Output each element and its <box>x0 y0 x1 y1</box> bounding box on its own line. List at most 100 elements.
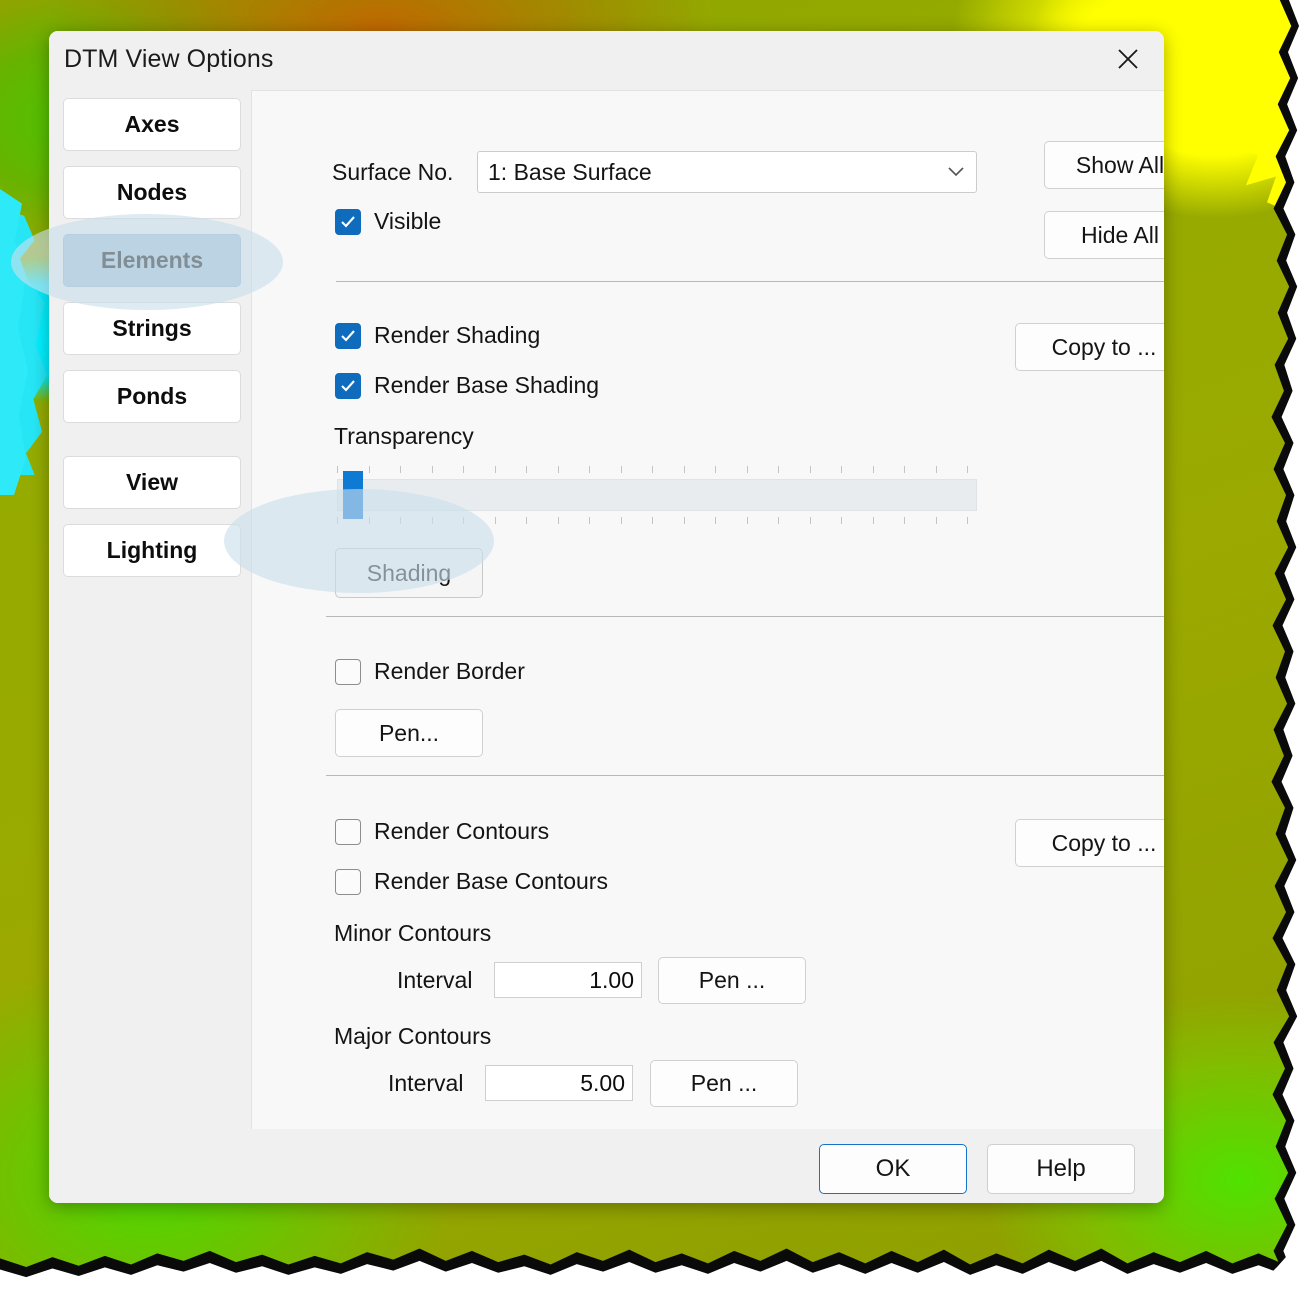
surface-select[interactable]: 1: Base Surface <box>477 151 977 193</box>
minor-interval-label: Interval <box>397 967 473 993</box>
checkbox-box-visible <box>335 208 361 235</box>
slider-tick <box>778 466 779 473</box>
ok-button[interactable]: OK <box>819 1144 967 1194</box>
show-all-button[interactable]: Show All <box>1044 141 1164 189</box>
slider-tick <box>337 466 338 473</box>
slider-tick <box>557 466 559 473</box>
render-base-shading-checkbox[interactable]: Render Base Shading <box>335 372 599 399</box>
render-base-contours-checkbox[interactable]: Render Base Contours <box>335 868 608 895</box>
slider-ticks-bottom <box>337 517 977 524</box>
sidebar-item-ponds[interactable]: Ponds <box>63 370 241 423</box>
checkbox-box-render-border <box>335 658 361 685</box>
slider-tick <box>967 517 968 524</box>
visible-label: Visible <box>374 208 442 234</box>
checkbox-box-render-shading <box>335 322 361 349</box>
sidebar-item-strings[interactable]: Strings <box>63 302 241 355</box>
slider-tick <box>872 517 874 524</box>
slider-tick <box>778 517 779 524</box>
render-base-shading-label: Render Base Shading <box>374 372 600 398</box>
shading-button[interactable]: Shading <box>335 548 483 598</box>
slider-tick <box>652 517 653 524</box>
surface-select-value: 1: Base Surface <box>488 158 652 185</box>
border-pen-button[interactable]: Pen... <box>335 709 483 757</box>
minor-interval-input[interactable]: 1.00 <box>494 962 642 998</box>
slider-tick <box>431 466 433 473</box>
slider-thumb[interactable] <box>343 471 363 519</box>
copy-to-contours-button[interactable]: Copy to ... <box>1015 819 1164 867</box>
slider-tick <box>967 466 968 473</box>
sidebar-item-nodes[interactable]: Nodes <box>63 166 241 219</box>
render-contours-checkbox[interactable]: Render Contours <box>335 818 549 845</box>
slider-tick <box>368 517 370 524</box>
copy-to-shading-button[interactable]: Copy to ... <box>1015 323 1164 371</box>
title-bar: DTM View Options <box>49 31 1164 90</box>
chevron-down-icon <box>936 166 976 178</box>
slider-tick <box>809 517 811 524</box>
surface-no-label: Surface No. <box>332 159 454 185</box>
render-shading-label: Render Shading <box>374 322 541 348</box>
minor-pen-button[interactable]: Pen ... <box>658 957 806 1004</box>
render-contours-label: Render Contours <box>374 818 550 844</box>
visible-checkbox[interactable]: Visible <box>335 208 441 235</box>
major-pen-button[interactable]: Pen ... <box>650 1060 798 1107</box>
slider-tick <box>400 466 401 473</box>
slider-tick <box>526 466 527 473</box>
slider-tick <box>494 517 496 524</box>
slider-tick <box>683 517 685 524</box>
hide-all-button[interactable]: Hide All <box>1044 211 1164 259</box>
sidebar-item-lighting[interactable]: Lighting <box>63 524 241 577</box>
slider-tick <box>683 466 685 473</box>
slider-tick <box>652 466 653 473</box>
slider-tick <box>494 466 496 473</box>
transparency-label: Transparency <box>334 423 474 449</box>
divider-border <box>326 775 1164 776</box>
major-interval-label: Interval <box>388 1070 464 1096</box>
sidebar: Axes Nodes Elements Strings Ponds View L… <box>63 98 241 592</box>
slider-tick <box>400 517 401 524</box>
checkbox-box-render-base-shading <box>335 372 361 399</box>
render-shading-checkbox[interactable]: Render Shading <box>335 322 540 349</box>
slider-tick <box>431 517 433 524</box>
slider-tick <box>715 517 716 524</box>
slider-tick <box>935 517 937 524</box>
render-border-checkbox[interactable]: Render Border <box>335 658 525 685</box>
render-border-label: Render Border <box>374 658 525 684</box>
slider-tick <box>368 466 370 473</box>
slider-tick <box>841 517 842 524</box>
slider-tick <box>620 466 622 473</box>
sidebar-item-axes[interactable]: Axes <box>63 98 241 151</box>
help-button[interactable]: Help <box>987 1144 1135 1194</box>
slider-tick <box>589 517 590 524</box>
slider-tick <box>935 466 937 473</box>
slider-tick <box>589 466 590 473</box>
slider-tick <box>620 517 622 524</box>
slider-tick <box>463 517 464 524</box>
major-contours-label: Major Contours <box>334 1023 492 1049</box>
dtm-view-options-dialog: DTM View Options Axes Nodes Elements Str… <box>49 31 1164 1203</box>
slider-tick <box>746 517 748 524</box>
slider-tick <box>904 517 905 524</box>
checkbox-box-render-base-contours <box>335 868 361 895</box>
page-title: DTM View Options <box>64 45 274 73</box>
slider-track <box>337 479 977 511</box>
elements-panel: Surface No. 1: Base Surface Show All Vis… <box>251 90 1164 1129</box>
slider-tick <box>526 517 527 524</box>
render-base-contours-label: Render Base Contours <box>374 868 608 894</box>
divider-shading <box>326 616 1164 617</box>
slider-tick <box>809 466 811 473</box>
slider-tick <box>904 466 905 473</box>
slider-tick <box>557 517 559 524</box>
screen: DTM View Options Axes Nodes Elements Str… <box>0 0 1311 1303</box>
sidebar-item-elements[interactable]: Elements <box>63 234 241 287</box>
minor-contours-label: Minor Contours <box>334 920 492 946</box>
slider-tick <box>463 466 464 473</box>
slider-tick <box>872 466 874 473</box>
slider-tick <box>715 466 716 473</box>
slider-ticks-top <box>337 466 977 473</box>
major-interval-input[interactable]: 5.00 <box>485 1065 633 1101</box>
sidebar-item-view[interactable]: View <box>63 456 241 509</box>
slider-tick <box>841 466 842 473</box>
close-icon[interactable] <box>1100 36 1156 82</box>
transparency-slider[interactable] <box>337 466 977 524</box>
slider-tick <box>337 517 338 524</box>
